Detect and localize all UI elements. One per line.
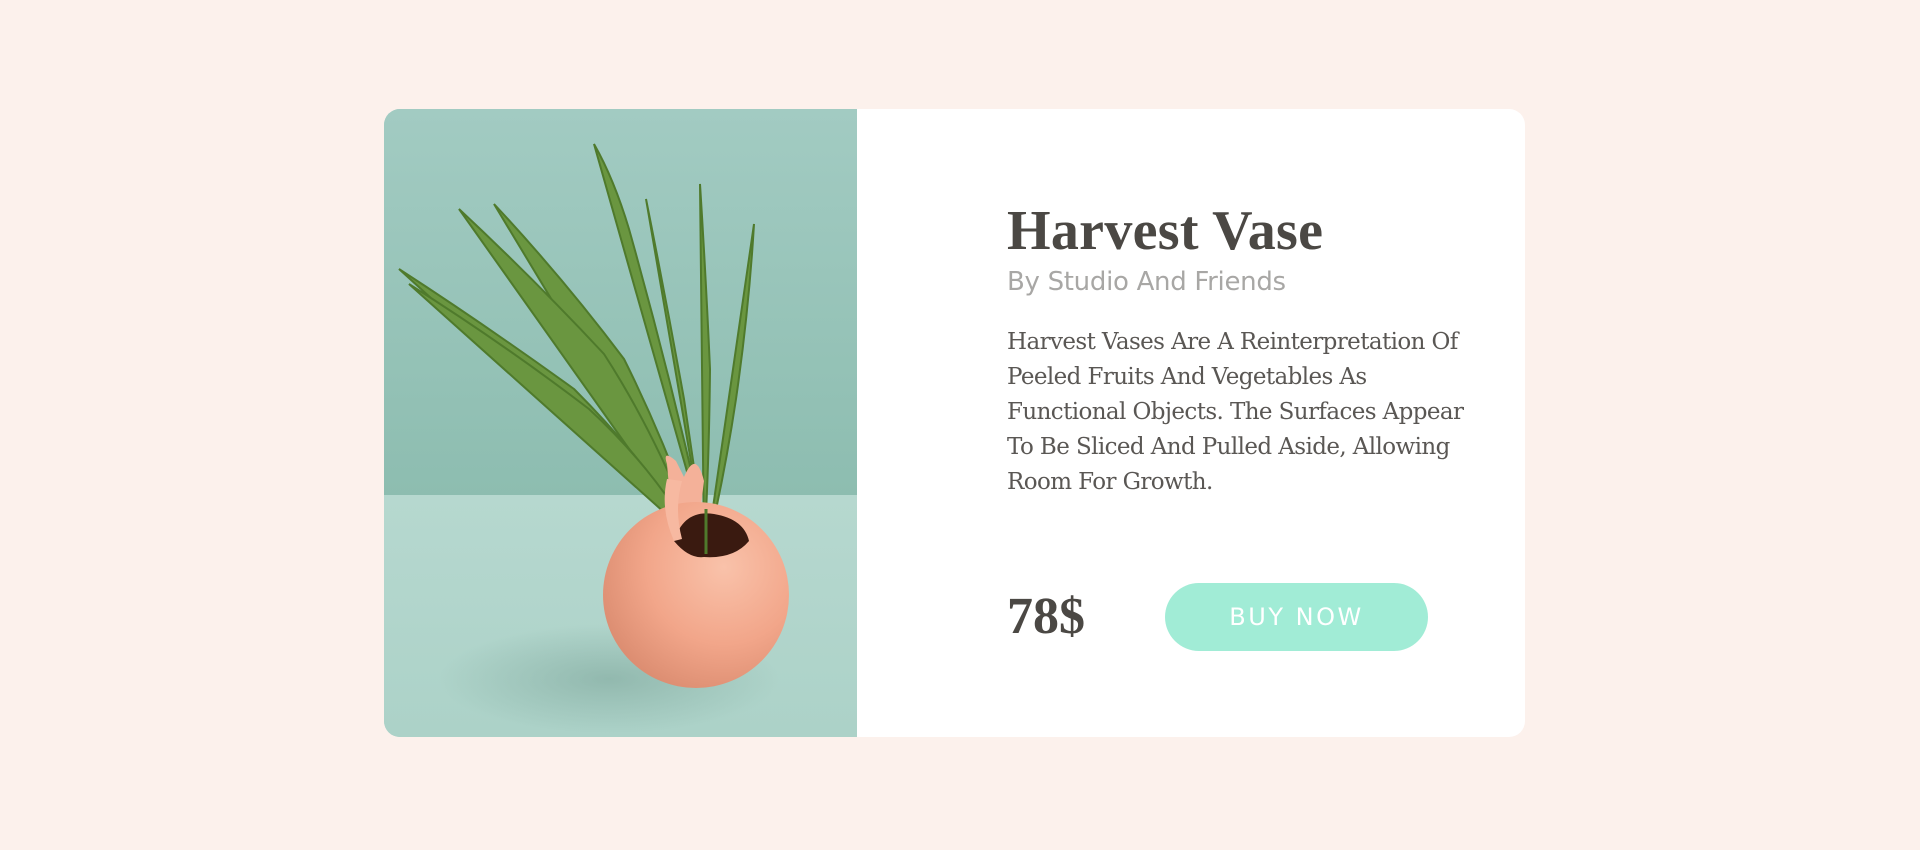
product-title: Harvest Vase xyxy=(1007,200,1324,262)
product-image xyxy=(384,109,857,737)
product-subtitle: By Studio And Friends xyxy=(1007,267,1286,297)
buy-now-button[interactable]: BUY NOW xyxy=(1165,583,1428,651)
product-price: 78$ xyxy=(1007,588,1085,645)
product-info: Harvest Vase By Studio And Friends Harve… xyxy=(857,109,1525,737)
vase-with-palm-leaves-icon xyxy=(384,109,857,737)
product-description: Harvest Vases Are A Reinterpretation Of … xyxy=(1007,329,1464,495)
purchase-row: 78$ BUY NOW xyxy=(1007,583,1428,651)
product-card: Harvest Vase By Studio And Friends Harve… xyxy=(384,109,1525,737)
